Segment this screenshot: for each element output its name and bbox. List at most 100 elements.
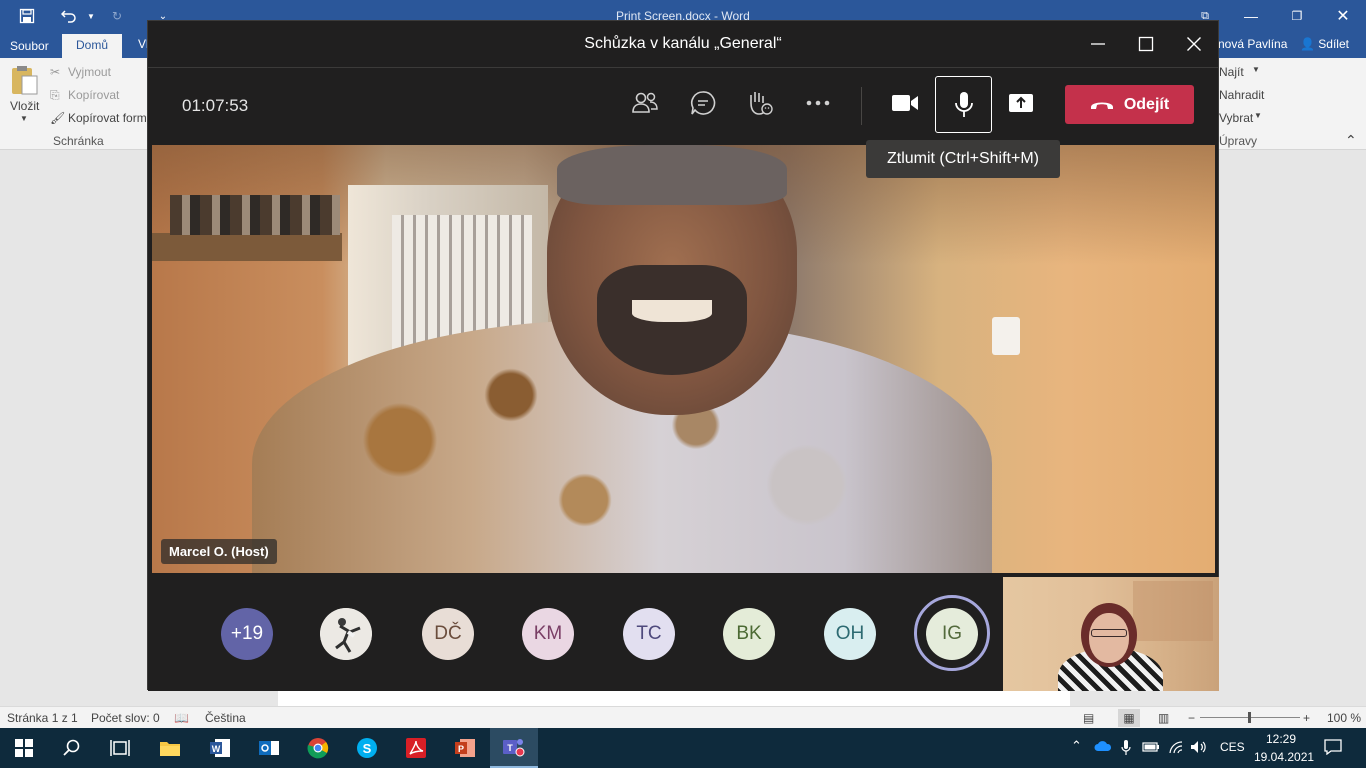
share-screen-button[interactable]: [1001, 83, 1041, 123]
share-button[interactable]: 👤 Sdílet: [1300, 37, 1349, 51]
word-close-icon[interactable]: ✕: [1320, 0, 1366, 32]
raise-hand-icon: [750, 92, 773, 115]
skype-icon[interactable]: S: [343, 728, 391, 768]
zoom-slider-thumb[interactable]: [1248, 712, 1251, 723]
self-video-person-glasses: [1091, 629, 1127, 637]
speaker-name-label: Marcel O. (Host): [161, 539, 277, 564]
clock-time[interactable]: 12:29: [1266, 732, 1296, 746]
battery-icon[interactable]: [1142, 740, 1160, 757]
teams-maximize-icon[interactable]: [1134, 32, 1158, 56]
avatar-initials: DČ: [434, 623, 462, 644]
leave-button[interactable]: Odejít: [1065, 85, 1194, 124]
word-user-name[interactable]: nová Pavlína: [1218, 37, 1287, 51]
task-view-icon[interactable]: [96, 728, 144, 768]
wifi-icon[interactable]: [1168, 740, 1184, 757]
paste-dropdown-icon[interactable]: ▼: [20, 114, 28, 123]
outlook-icon[interactable]: [245, 728, 293, 768]
chat-button[interactable]: [683, 83, 723, 123]
undo-dropdown-icon[interactable]: ▼: [80, 5, 102, 27]
find-dropdown-icon[interactable]: ▼: [1252, 65, 1260, 74]
zoom-in-icon[interactable]: +: [1303, 711, 1310, 725]
save-icon[interactable]: [16, 5, 38, 27]
powerpoint-icon[interactable]: P: [441, 728, 489, 768]
windows-taskbar: W S P T ⌃ CES 12:29 19.04.2021: [0, 728, 1366, 768]
collapse-ribbon-icon[interactable]: ⌃: [1345, 132, 1357, 149]
format-painter-icon[interactable]: 🖌: [50, 111, 65, 125]
chrome-icon[interactable]: [294, 728, 342, 768]
video-shelf-items: [170, 195, 340, 235]
find-button[interactable]: Najít: [1219, 65, 1244, 79]
show-hidden-icons-icon[interactable]: ⌃: [1071, 738, 1082, 754]
onedrive-icon[interactable]: [1094, 740, 1112, 755]
input-language[interactable]: CES: [1220, 740, 1245, 754]
avatar-initials: KM: [533, 623, 563, 644]
tab-home[interactable]: Domů: [62, 34, 123, 58]
video-person-smile: [632, 300, 712, 322]
acrobat-icon[interactable]: [392, 728, 440, 768]
word-icon[interactable]: W: [196, 728, 244, 768]
paste-button[interactable]: Vložit: [10, 99, 39, 113]
word-restore-icon[interactable]: ❐: [1274, 0, 1320, 32]
proofing-icon[interactable]: 📖: [174, 711, 189, 725]
self-video-wall-decor: [1133, 581, 1213, 641]
more-icon: [806, 100, 830, 106]
share-screen-icon: [1009, 94, 1033, 112]
video-shelf: [152, 233, 342, 261]
zoom-level[interactable]: 100 %: [1327, 711, 1361, 725]
notifications-icon[interactable]: [1324, 739, 1342, 758]
avatar-participant[interactable]: OH: [824, 608, 876, 660]
mic-button[interactable]: [935, 76, 992, 133]
zoom-out-icon[interactable]: −: [1188, 711, 1195, 725]
undo-icon[interactable]: [58, 5, 80, 27]
cut-icon: ✂: [50, 65, 61, 79]
main-video-feed[interactable]: Marcel O. (Host): [152, 145, 1215, 573]
avatar-overflow-label: +19: [230, 623, 264, 644]
word-minimize-icon[interactable]: —: [1228, 0, 1274, 32]
participants-icon: [632, 92, 658, 113]
paste-icon[interactable]: [10, 64, 40, 99]
avatar-participant-speaking[interactable]: IG: [926, 608, 978, 660]
teams-icon[interactable]: T: [490, 728, 538, 768]
teams-minimize-icon[interactable]: [1086, 32, 1110, 56]
select-dropdown-icon[interactable]: ▼: [1254, 111, 1262, 120]
status-page[interactable]: Stránka 1 z 1: [7, 711, 78, 725]
avatar-initials: OH: [835, 623, 865, 644]
share-icon: 👤: [1300, 37, 1315, 51]
select-button[interactable]: Vybrat: [1219, 111, 1253, 125]
status-language[interactable]: Čeština: [205, 711, 246, 725]
camera-button[interactable]: [885, 83, 925, 123]
microphone-icon: [954, 91, 973, 117]
tab-file[interactable]: Soubor: [10, 39, 49, 53]
redo-icon: ↻: [111, 9, 123, 23]
avatar-overflow-count[interactable]: +19: [221, 608, 273, 660]
avatar-participant[interactable]: KM: [522, 608, 574, 660]
svg-text:P: P: [458, 744, 464, 754]
avatar-initials: IG: [941, 623, 963, 644]
avatar-photo[interactable]: [320, 608, 372, 660]
avatar-participant[interactable]: BK: [723, 608, 775, 660]
participants-button[interactable]: [625, 83, 665, 123]
reactions-button[interactable]: [740, 83, 780, 123]
replace-button[interactable]: Nahradit: [1219, 88, 1264, 102]
start-icon[interactable]: [0, 728, 48, 768]
avatar-participant[interactable]: TC: [623, 608, 675, 660]
clipboard-group-label: Schránka: [53, 134, 104, 148]
print-layout-icon[interactable]: ▦: [1118, 709, 1140, 727]
read-mode-icon[interactable]: ▤: [1083, 711, 1094, 725]
video-person-hair: [557, 145, 787, 205]
tray-microphone-icon[interactable]: [1121, 740, 1131, 759]
web-layout-icon[interactable]: ▥: [1158, 711, 1169, 725]
teams-meeting-window: Schůzka v kanálu „General“ 01:07:53 Odej…: [147, 20, 1219, 691]
more-actions-button[interactable]: [798, 83, 838, 123]
status-word-count[interactable]: Počet slov: 0: [91, 711, 160, 725]
avatar-participant[interactable]: DČ: [422, 608, 474, 660]
word-page[interactable]: [278, 690, 1070, 706]
file-explorer-icon[interactable]: [146, 728, 194, 768]
svg-text:T: T: [507, 743, 513, 753]
clock-date[interactable]: 19.04.2021: [1254, 750, 1314, 764]
self-video-preview[interactable]: [1003, 577, 1219, 691]
search-icon[interactable]: [48, 728, 96, 768]
teams-close-icon[interactable]: [1182, 32, 1206, 56]
format-painter-button[interactable]: Kopírovat form: [68, 111, 147, 125]
volume-icon[interactable]: [1190, 740, 1208, 757]
